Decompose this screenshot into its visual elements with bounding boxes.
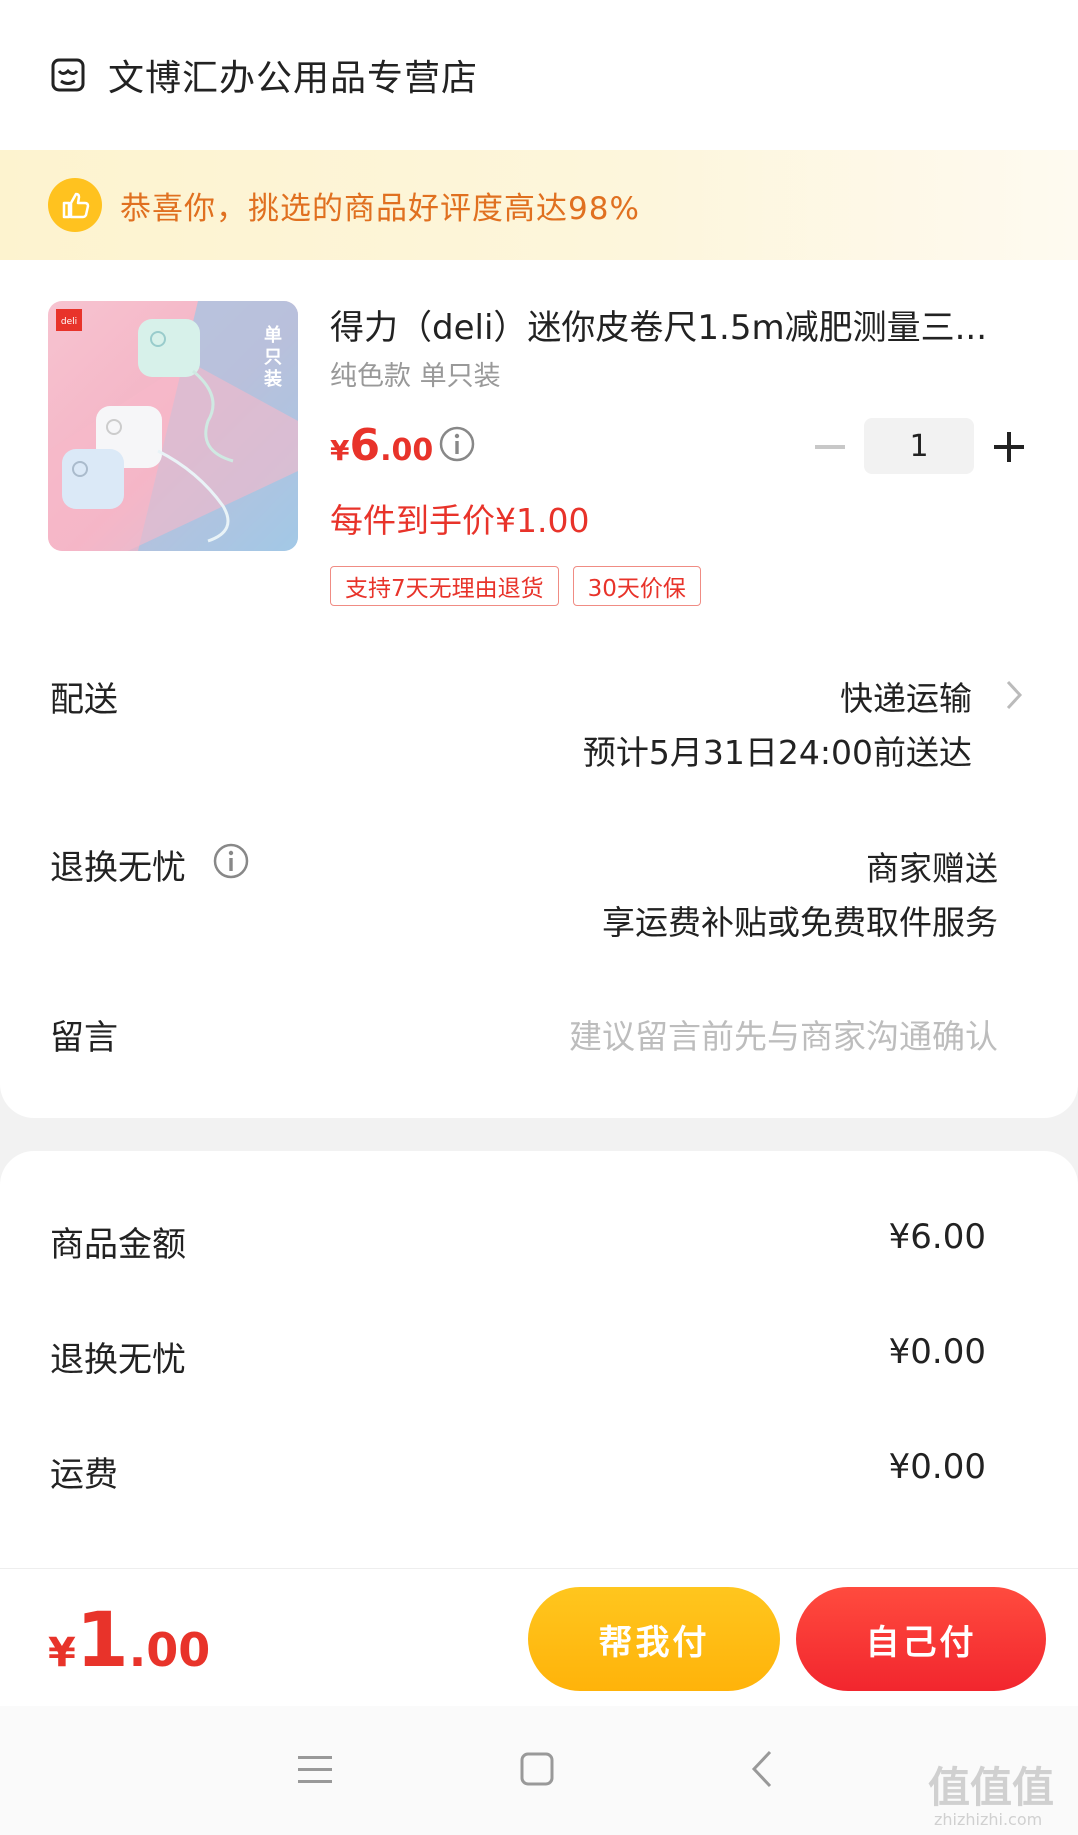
message-label: 留言 [50,1018,118,1058]
tag-price-protect: 30天价保 [572,566,701,606]
unit-price: ¥ 6 .00 [330,420,434,471]
product-spec[interactable]: 纯色款 单只装 [330,354,501,393]
image-badge: 单 [264,324,282,346]
watermark-site: zhizhizhi.com [934,1810,1043,1829]
summary-value: ¥6.00 [888,1217,986,1257]
returns-gift: 商家赠送 [866,849,998,888]
summary-label: 商品金额 [50,1225,186,1265]
shop-name: 文博汇办公用品专营店 [108,58,479,99]
tag-7day-return: 支持7天无理由退货 [330,566,559,606]
service-tags: 支持7天无理由退货 30天价保 [330,566,701,606]
delivery-label: 配送 [50,680,118,720]
brand-logo: deli [61,317,77,327]
returns-info-icon[interactable] [212,842,250,880]
summary-value: ¥0.00 [888,1447,986,1487]
price-info-icon[interactable] [438,425,476,463]
summary-label: 运费 [50,1455,118,1495]
watermark-logo: 值值值 [928,1763,1055,1812]
price-summary-card: 商品金额 ¥6.00 退换无忧 ¥0.00 运费 ¥0.00 [0,1151,1078,1571]
delivery-method[interactable]: 快递运输 [840,672,972,720]
back-icon[interactable] [738,1744,788,1794]
praise-banner: 恭喜你，挑选的商品好评度高达98% [0,150,1078,260]
svg-text:装: 装 [264,368,282,390]
final-unit-price: 每件到手价¥1.00 [330,501,590,540]
shop-header[interactable]: 文博汇办公用品专营店 [50,48,478,102]
checkout-bar: ¥ 1 .00 帮我付 自己付 [0,1568,1078,1706]
banner-text: 恭喜你，挑选的商品好评度高达98% [120,190,640,227]
home-icon[interactable] [512,1744,562,1794]
chevron-right-icon[interactable] [1004,678,1024,712]
returns-desc: 享运费补贴或免费取件服务 [602,903,998,942]
minus-icon [815,445,845,449]
order-card: 文博汇办公用品专营店 恭喜你，挑选的商品好评度高达98% deli 单 只 装 … [0,0,1078,1118]
quantity-input[interactable]: 1 [864,418,974,474]
quantity-decrease-button[interactable] [810,432,850,462]
delivery-eta: 预计5月31日24:00前送达 [582,733,972,772]
self-pay-button[interactable]: 自己付 [796,1587,1046,1691]
product-image[interactable]: deli 单 只 装 [48,301,298,551]
system-nav-bar: 值值值 zhizhizhi.com [0,1706,1078,1835]
menu-icon[interactable] [290,1744,340,1794]
store-icon [51,58,85,92]
quantity-increase-button[interactable] [990,428,1028,466]
svg-text:只: 只 [264,347,282,368]
returns-label: 退换无忧 [50,848,186,888]
message-input[interactable]: 建议留言前先与商家沟通确认 [569,1010,998,1058]
thumbs-up-icon [48,178,102,232]
product-title[interactable]: 得力（deli）迷你皮卷尺1.5m减肥测量三... [330,300,1010,349]
help-pay-button[interactable]: 帮我付 [528,1587,780,1691]
total-price: ¥ 1 .00 [48,1595,211,1684]
summary-label: 退换无忧 [50,1340,186,1380]
summary-value: ¥0.00 [888,1332,986,1372]
